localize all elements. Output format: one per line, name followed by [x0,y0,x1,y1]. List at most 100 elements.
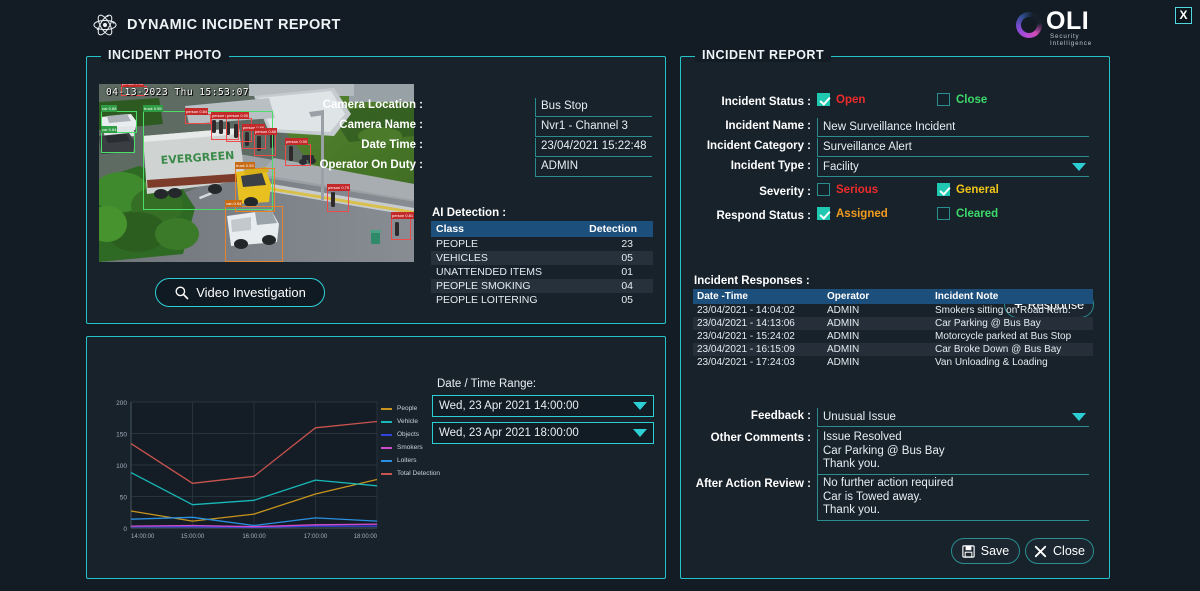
ir-cell-note: Smokers sitting on Road Kerb. [935,305,1071,316]
ir-cell-datetime: 23/04/2021 - 14:13:06 [697,318,795,329]
other-comments-label: Other Comments : [710,432,811,444]
detection-trend-panel: 0 50 100 150 200 14:00:00 15:00:00 16:00:00 17:0… [86,336,666,579]
date-range-from-select[interactable]: Wed, 23 Apr 2021 14:00:00 [432,395,654,417]
incident-type-label: Incident Type : [730,160,811,172]
incident-category-row: Incident Category : Surveillance Alert [681,137,1111,158]
feedback-select[interactable]: Unusual Issue [817,408,1089,427]
date-range-to-select[interactable]: Wed, 23 Apr 2021 18:00:00 [432,422,654,444]
checkbox-serious[interactable]: Serious [817,183,937,196]
checkbox-general-box[interactable] [937,183,950,196]
chevron-down-icon [1072,413,1086,421]
detection-box-person: person 0.84 [185,108,211,124]
other-comments-row: Other Comments : Issue Resolved Car Park… [681,429,1111,477]
chevron-down-icon [633,402,647,410]
checkbox-assigned[interactable]: Assigned [817,207,937,220]
severity-label: Severity : [759,186,811,198]
checkbox-cleared-box[interactable] [937,207,950,220]
date-time-range-label: Date / Time Range: [437,378,537,390]
after-action-review-textarea[interactable]: No further action required Car is Towed … [817,475,1089,521]
video-investigation-button[interactable]: Video Investigation [155,278,325,307]
svg-text:0: 0 [123,526,127,533]
incident-name-input[interactable]: New Surveillance Incident [817,118,1089,137]
video-timestamp-overlay: 04-13-2023 Thu 15:53:07 [106,87,250,98]
table-header-row: Date -Time Operator Incident Note [693,289,1093,304]
date-time-label: Date Time : [361,139,423,151]
table-row[interactable]: 23/04/2021 - 14:13:06 ADMIN Car Parking @ … [693,317,1093,330]
checkbox-close[interactable]: Close [937,93,987,106]
legend-swatch-icon [381,446,392,449]
severity-row: Severity : Serious General [681,183,1111,204]
table-row[interactable]: 23/04/2021 - 15:24:02 ADMIN Motorcycle par… [693,330,1093,343]
checkbox-general-label: General [956,183,999,196]
checkbox-open[interactable]: Open [817,93,937,106]
incident-category-input[interactable]: Surveillance Alert [817,138,1089,157]
incident-photo-panel-title: INCIDENT PHOTO [101,48,229,62]
table-row[interactable]: 23/04/2021 - 16:15:09 ADMIN Car Broke Down… [693,343,1093,356]
ir-cell-note: Motorcycle parked at Bus Stop [935,331,1072,342]
window-close-button[interactable]: X [1175,7,1192,24]
table-row: PEOPLE SMOKING 04 [431,279,653,293]
ir-cell-operator: ADMIN [827,357,860,368]
checkbox-general[interactable]: General [937,183,999,196]
checkbox-assigned-box[interactable] [817,207,830,220]
legend-swatch-icon [381,433,392,436]
camera-location-value[interactable]: Bus Stop [535,98,652,117]
checkbox-close-box[interactable] [937,93,950,106]
table-row[interactable]: 23/04/2021 - 17:24:03 ADMIN Van Unloading … [693,356,1093,369]
respond-status-label: Respond Status : [716,210,811,222]
ir-cell-operator: ADMIN [827,331,860,342]
ir-cell-operator: ADMIN [827,318,860,329]
incident-category-label: Incident Category : [706,140,811,152]
legend-swatch-icon [381,472,392,475]
checkbox-open-box[interactable] [817,93,830,106]
close-x-icon [1034,545,1047,557]
legend-label: Smokers [397,444,423,451]
ai-cell-detection: 23 [621,238,633,250]
legend-label: Objects [397,431,420,438]
ir-cell-datetime: 23/04/2021 - 17:24:03 [697,357,795,368]
incident-photo-panel: INCIDENT PHOTO EVERGREEN 04-13-2023 Thu … [86,48,666,324]
checkbox-serious-box[interactable] [817,183,830,196]
floppy-disk-icon [962,544,975,558]
svg-text:14:00:00: 14:00:00 [131,534,155,540]
app-header: DYNAMIC INCIDENT REPORT OLI Security Int… [0,0,1200,50]
other-comments-textarea[interactable]: Issue Resolved Car Parking @ Bus Bay Tha… [817,429,1089,475]
ir-cell-datetime: 23/04/2021 - 16:15:09 [697,344,795,355]
legend-swatch-icon [381,420,392,423]
camera-name-value[interactable]: Nvr1 - Channel 3 [535,118,652,137]
after-action-review-label: After Action Review : [695,478,811,490]
save-button[interactable]: Save [951,538,1020,564]
operator-on-duty-value[interactable]: ADMIN [535,158,652,177]
camera-location-label: Camera Location : [322,99,423,111]
legend-item[interactable]: Total Detection [381,467,440,480]
brand-ring-icon [1016,12,1042,38]
detection-box-person: person 0.90 [285,138,311,166]
checkbox-cleared-label: Cleared [956,207,999,220]
table-row[interactable]: 23/04/2021 - 14:04:02 ADMIN Smokers sittin… [693,304,1093,317]
checkbox-serious-label: Serious [836,183,879,196]
ir-cell-note: Car Broke Down @ Bus Bay [935,344,1062,355]
incident-status-row: Incident Status : Open Close [681,93,1111,114]
legend-label: Total Detection [397,470,440,477]
close-button[interactable]: Close [1025,538,1094,564]
ai-detection-title: AI Detection : [432,207,507,219]
incident-type-select[interactable]: Facility [817,158,1089,177]
incident-report-panel-title: INCIDENT REPORT [695,48,832,62]
legend-item[interactable]: Loiters [381,454,440,467]
svg-text:15:00:00: 15:00:00 [181,534,205,540]
checkbox-assigned-label: Assigned [836,207,888,220]
ir-cell-operator: ADMIN [827,344,860,355]
respond-checkbox-group: Assigned Cleared [817,207,998,220]
ai-col-class: Class [431,221,571,237]
incident-status-checkbox-group: Open Close [817,93,987,106]
table-row: PEOPLE 23 [431,237,653,251]
severity-checkbox-group: Serious General [817,183,999,196]
date-time-value[interactable]: 23/04/2021 15:22:48 [535,138,652,157]
detection-box-person: person 0.81 [391,212,414,240]
checkbox-cleared[interactable]: Cleared [937,207,998,220]
oli-logo: OLI Security Intelligence [1016,8,1108,47]
after-action-review-row: After Action Review : No further action … [681,475,1111,523]
ai-cell-class: UNATTENDED ITEMS [436,266,542,278]
table-header-row: Class Detection [431,221,653,237]
legend-swatch-icon [381,407,392,410]
